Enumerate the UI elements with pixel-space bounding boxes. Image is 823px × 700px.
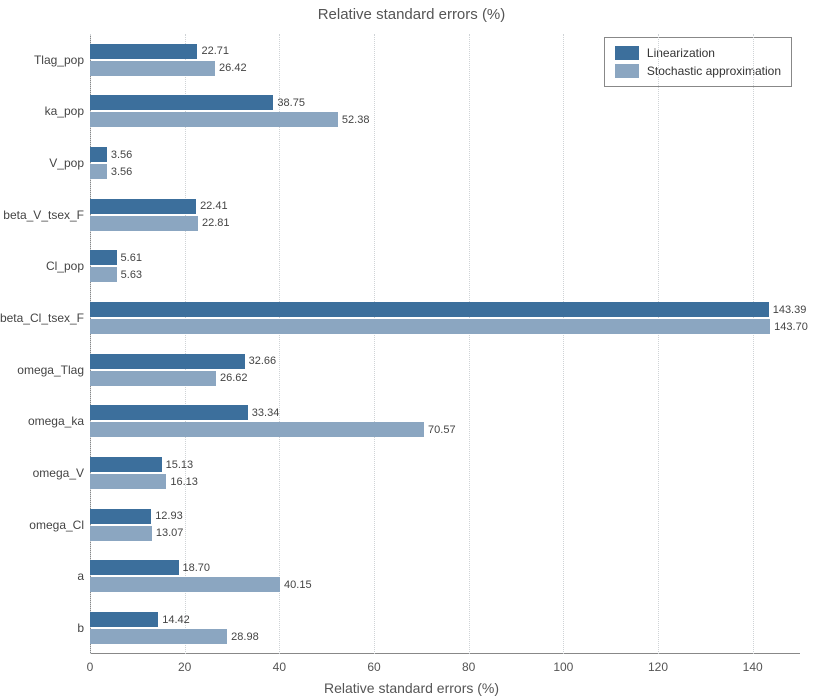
bar-value-label: 22.81	[202, 217, 230, 229]
bar-linearization	[90, 560, 179, 575]
x-tick-label: 60	[367, 660, 380, 674]
bar-stochastic	[90, 577, 280, 592]
plot-area: Linearization Stochastic approximation 0…	[90, 34, 800, 654]
bar-value-label: 5.63	[121, 269, 142, 281]
bar-value-label: 22.41	[200, 200, 228, 212]
category-label: beta_Cl_tsex_F	[0, 311, 84, 325]
bar-value-label: 32.66	[249, 355, 277, 367]
bar-value-label: 26.42	[219, 62, 247, 74]
bar-stochastic	[90, 319, 770, 334]
chart-title: Relative standard errors (%)	[0, 6, 823, 23]
bar-value-label: 22.71	[201, 45, 229, 57]
x-tick-label: 120	[648, 660, 668, 674]
category-label: beta_V_tsex_F	[3, 208, 84, 222]
category-row: omega_V15.1316.13	[90, 447, 800, 499]
bar-linearization	[90, 44, 197, 59]
bar-linearization	[90, 405, 248, 420]
bar-value-label: 70.57	[428, 424, 456, 436]
bar-value-label: 14.42	[162, 614, 190, 626]
bar-stochastic	[90, 526, 152, 541]
bar-linearization	[90, 302, 769, 317]
bar-stochastic	[90, 422, 424, 437]
x-tick-label: 140	[743, 660, 763, 674]
category-row: ka_pop38.7552.38	[90, 86, 800, 138]
rse-bar-chart: Relative standard errors (%) Linearizati…	[0, 0, 823, 700]
x-tick-label: 20	[178, 660, 191, 674]
bar-value-label: 33.34	[252, 407, 280, 419]
bar-value-label: 52.38	[342, 114, 370, 126]
bar-value-label: 40.15	[284, 579, 312, 591]
bar-value-label: 18.70	[183, 562, 211, 574]
category-label: omega_ka	[28, 414, 84, 428]
bar-stochastic	[90, 629, 227, 644]
category-row: a18.7040.15	[90, 551, 800, 603]
bar-stochastic	[90, 216, 198, 231]
bar-stochastic	[90, 164, 107, 179]
category-label: a	[77, 569, 84, 583]
bar-value-label: 26.62	[220, 372, 248, 384]
category-label: Cl_pop	[46, 259, 84, 273]
bar-linearization	[90, 457, 162, 472]
bar-stochastic	[90, 371, 216, 386]
bar-stochastic	[90, 61, 215, 76]
bar-linearization	[90, 199, 196, 214]
category-row: omega_Cl12.9313.07	[90, 499, 800, 551]
bar-value-label: 3.56	[111, 166, 132, 178]
category-label: Tlag_pop	[34, 53, 84, 67]
category-row: b14.4228.98	[90, 602, 800, 654]
bar-linearization	[90, 612, 158, 627]
category-row: omega_ka33.3470.57	[90, 396, 800, 448]
bar-value-label: 13.07	[156, 527, 184, 539]
bar-linearization	[90, 509, 151, 524]
bar-value-label: 143.39	[773, 304, 807, 316]
x-axis-title: Relative standard errors (%)	[0, 680, 823, 696]
category-label: omega_Cl	[29, 518, 84, 532]
category-row: Tlag_pop22.7126.42	[90, 34, 800, 86]
bar-stochastic	[90, 474, 166, 489]
bar-linearization	[90, 147, 107, 162]
category-row: omega_Tlag32.6626.62	[90, 344, 800, 396]
bar-value-label: 15.13	[166, 459, 194, 471]
x-tick-label: 0	[87, 660, 94, 674]
category-row: beta_V_tsex_F22.4122.81	[90, 189, 800, 241]
bar-value-label: 143.70	[774, 321, 808, 333]
bar-linearization	[90, 354, 245, 369]
bar-value-label: 12.93	[155, 510, 183, 522]
bar-linearization	[90, 95, 273, 110]
category-row: V_pop3.563.56	[90, 137, 800, 189]
x-tick-label: 80	[462, 660, 475, 674]
bar-value-label: 5.61	[121, 252, 142, 264]
category-label: V_pop	[49, 156, 84, 170]
bar-stochastic	[90, 112, 338, 127]
bar-value-label: 16.13	[170, 476, 198, 488]
x-tick-label: 40	[273, 660, 286, 674]
x-tick-label: 100	[553, 660, 573, 674]
category-row: Cl_pop5.615.63	[90, 241, 800, 293]
bar-value-label: 3.56	[111, 149, 132, 161]
category-label: omega_V	[33, 466, 84, 480]
category-label: b	[77, 621, 84, 635]
bar-value-label: 38.75	[277, 97, 305, 109]
bar-stochastic	[90, 267, 117, 282]
category-row: beta_Cl_tsex_F143.39143.70	[90, 292, 800, 344]
category-label: ka_pop	[45, 104, 84, 118]
category-label: omega_Tlag	[17, 363, 84, 377]
bar-linearization	[90, 250, 117, 265]
bar-value-label: 28.98	[231, 631, 259, 643]
